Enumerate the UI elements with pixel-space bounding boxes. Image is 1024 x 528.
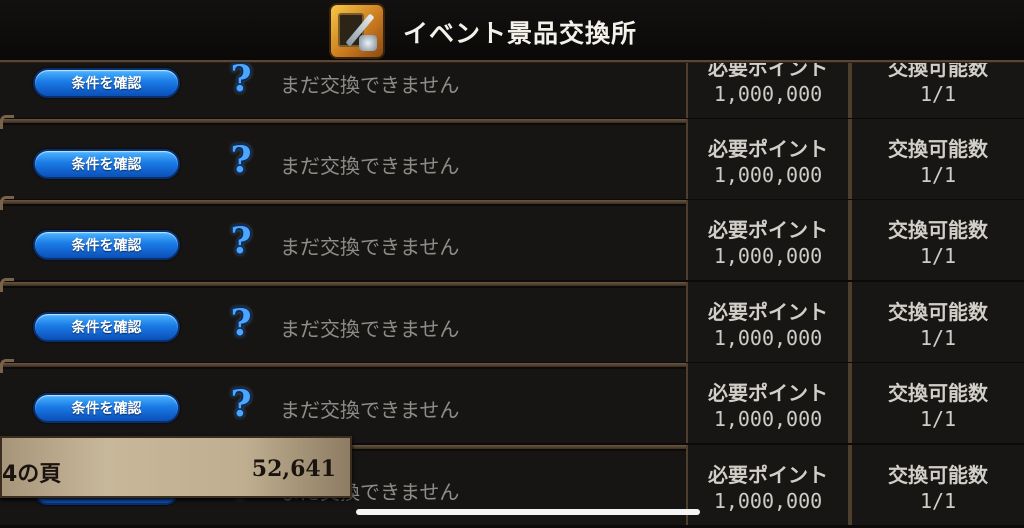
required-points-panel: 必要ポイント 1,000,000 (686, 200, 850, 280)
event-shop-icon (329, 3, 385, 59)
exchange-limit-label: 交換可能数 (888, 300, 988, 324)
required-points-panel: 必要ポイント 1,000,000 (686, 445, 850, 525)
question-icon[interactable]: ? (224, 302, 258, 344)
list-item: 条件を確認 ? まだ交換できません 必要ポイント 1,000,000 交換可能数… (0, 115, 1024, 199)
required-points-value: 1,000,000 (713, 407, 823, 431)
status-text: まだ交換できません (280, 154, 460, 178)
exchange-limit-panel: 交換可能数 1/1 (850, 445, 1024, 525)
exchange-limit-panel: 交換可能数 1/1 (850, 200, 1024, 280)
question-icon[interactable]: ? (224, 58, 258, 100)
owned-points-label: 4の頁 (2, 462, 62, 487)
check-conditions-button[interactable]: 条件を確認 (33, 230, 180, 260)
exchange-limit-panel: 交換可能数 1/1 (850, 119, 1024, 199)
required-points-value: 1,000,000 (713, 82, 823, 106)
frame-corner (0, 196, 14, 210)
required-points-value: 1,000,000 (713, 326, 823, 350)
frame-corner (0, 359, 14, 373)
status-text: まだ交換できません (280, 235, 460, 259)
check-conditions-button[interactable]: 条件を確認 (33, 149, 180, 179)
exchange-limit-value: 1/1 (919, 244, 957, 268)
exchange-limit-label: 交換可能数 (888, 463, 988, 487)
frame-corner (0, 278, 14, 292)
required-points-value: 1,000,000 (713, 489, 823, 513)
list-item: 条件を確認 ? まだ交換できません 必要ポイント 1,000,000 交換可能数… (0, 359, 1024, 443)
list-item: 条件を確認 ? まだ交換できません 必要ポイント 1,000,000 交換可能数… (0, 278, 1024, 362)
question-icon[interactable]: ? (224, 220, 258, 262)
page-title: イベント景品交換所 (403, 19, 638, 48)
exchange-limit-value: 1/1 (919, 489, 957, 513)
check-conditions-button[interactable]: 条件を確認 (33, 68, 180, 98)
exchange-limit-value: 1/1 (919, 407, 957, 431)
required-points-label: 必要ポイント (708, 463, 828, 487)
exchange-limit-panel: 交換可能数 1/1 (850, 363, 1024, 443)
exchange-limit-label: 交換可能数 (888, 218, 988, 242)
check-conditions-button[interactable]: 条件を確認 (33, 312, 180, 342)
status-text: まだ交換できません (280, 317, 460, 341)
owned-points-plate: 4の頁 52,641 (0, 436, 352, 498)
frame-corner (0, 115, 14, 129)
owned-points-value: 52,641 (251, 456, 336, 482)
home-indicator[interactable] (356, 509, 700, 515)
exchange-limit-panel: 交換可能数 1/1 (850, 282, 1024, 362)
status-text: まだ交換できません (280, 398, 460, 422)
required-points-panel: 必要ポイント 1,000,000 (686, 363, 850, 443)
required-points-panel: 必要ポイント 1,000,000 (686, 119, 850, 199)
check-conditions-button[interactable]: 条件を確認 (33, 393, 180, 423)
header-bar: イベント景品交換所 (0, 0, 1024, 62)
exchange-limit-label: 交換可能数 (888, 137, 988, 161)
exchange-limit-label: 交換可能数 (888, 381, 988, 405)
required-points-panel: 必要ポイント 1,000,000 (686, 282, 850, 362)
list-item: 条件を確認 ? まだ交換できません 必要ポイント 1,000,000 交換可能数… (0, 196, 1024, 280)
required-points-label: 必要ポイント (708, 137, 828, 161)
required-points-value: 1,000,000 (713, 244, 823, 268)
required-points-label: 必要ポイント (708, 300, 828, 324)
question-icon[interactable]: ? (224, 383, 258, 425)
exchange-limit-value: 1/1 (919, 82, 957, 106)
required-points-label: 必要ポイント (708, 218, 828, 242)
exchange-limit-value: 1/1 (919, 163, 957, 187)
status-text: まだ交換できません (280, 73, 460, 97)
exchange-limit-value: 1/1 (919, 326, 957, 350)
question-icon[interactable]: ? (224, 139, 258, 181)
required-points-label: 必要ポイント (708, 381, 828, 405)
required-points-value: 1,000,000 (713, 163, 823, 187)
